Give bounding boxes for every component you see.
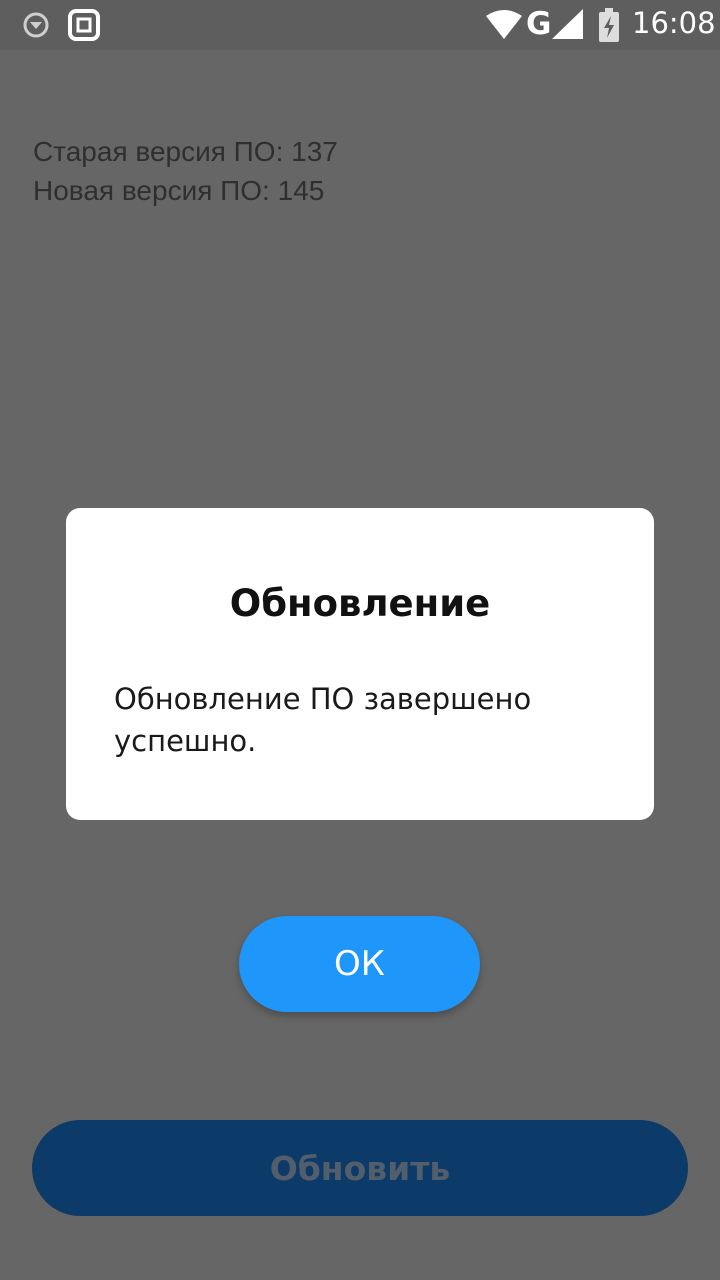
new-version-label: Новая версия ПО: 145	[33, 175, 325, 206]
battery-charging-icon	[599, 8, 619, 42]
update-button[interactable]: Обновить	[32, 1120, 688, 1216]
screenshot-icon	[68, 9, 100, 41]
update-dialog: Обновление Обновление ПО завершено успеш…	[66, 508, 654, 820]
signal-icon	[552, 9, 583, 39]
version-info: Старая версия ПО: 137 Новая версия ПО: 1…	[33, 132, 338, 210]
status-bar: G 16:08	[0, 0, 720, 50]
network-type: G	[526, 6, 552, 42]
clock: 16:08	[632, 6, 716, 40]
wifi-icon	[486, 10, 522, 39]
download-icon	[23, 12, 49, 38]
dialog-message: Обновление ПО завершено успешно.	[114, 682, 532, 758]
old-version-label: Старая версия ПО: 137	[33, 136, 338, 167]
ok-button[interactable]: ОК	[239, 916, 480, 1012]
dialog-title: Обновление	[229, 582, 491, 625]
